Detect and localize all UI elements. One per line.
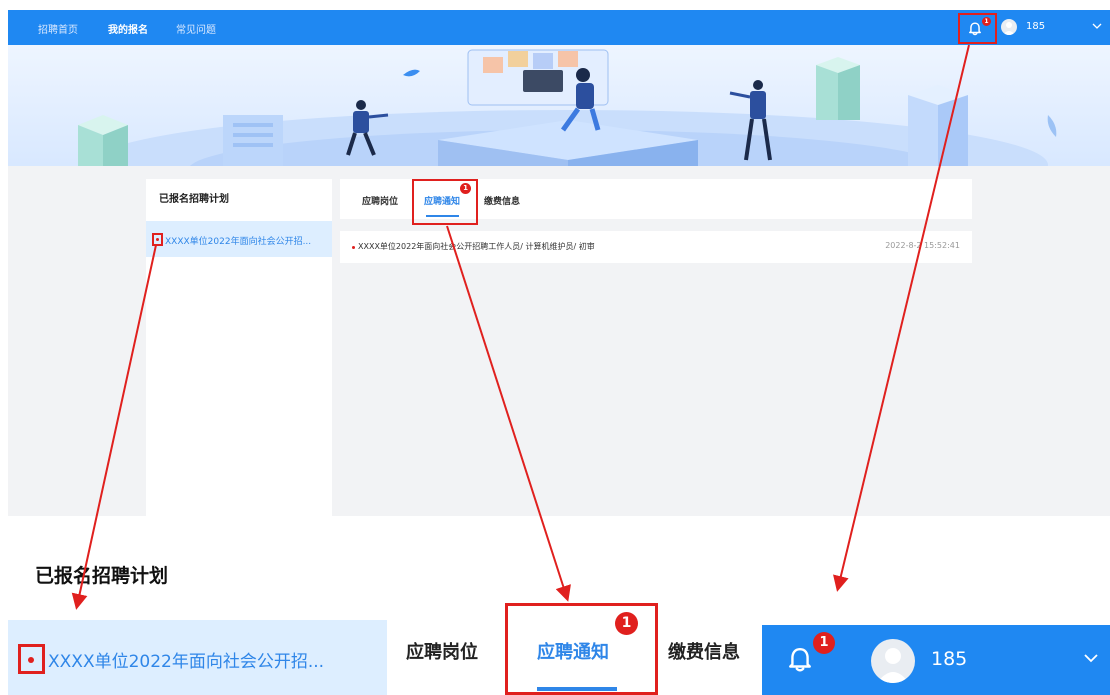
zoom-tab-positions[interactable]: 应聘岗位 xyxy=(406,638,478,664)
unread-dot xyxy=(156,238,159,241)
active-tab-indicator xyxy=(426,215,459,217)
zoom-tab-payment-info[interactable]: 缴费信息 xyxy=(668,638,740,664)
tab-payment-info[interactable]: 缴费信息 xyxy=(484,194,520,207)
registered-plans-panel: 已报名招聘计划 XXXX单位2022年面向社会公开招... xyxy=(146,179,332,516)
detail-panel: 应聘岗位 应聘通知 缴费信息 1 XXXX单位2022年面向社会公开招聘工作人员… xyxy=(340,179,972,516)
bell-badge: 1 xyxy=(982,17,991,26)
zoom-bell-badge: 1 xyxy=(813,632,835,654)
zoom-inset-user-bar: 1 185 xyxy=(762,625,1110,695)
tab-positions[interactable]: 应聘岗位 xyxy=(362,194,398,207)
notification-bell-highlight[interactable]: 1 xyxy=(958,13,997,44)
notice-text: XXXX单位2022年面向社会公开招聘工作人员/ 计算机维护员/ 初审 xyxy=(358,242,595,251)
notice-unread-dot xyxy=(352,246,355,249)
banner-artwork xyxy=(78,49,1057,166)
zoom-inset-tabs: 应聘岗位 应聘通知 缴费信息 1 xyxy=(387,600,762,695)
tab-notices-badge: 1 xyxy=(460,183,471,194)
nav-link-home[interactable]: 招聘首页 xyxy=(38,21,78,36)
main-content-area: 已报名招聘计划 XXXX单位2022年面向社会公开招... 应聘岗位 应聘通知 … xyxy=(8,166,1110,516)
registered-plan-item[interactable]: XXXX单位2022年面向社会公开招... xyxy=(146,221,332,257)
zoom-registered-plan-label: XXXX单位2022年面向社会公开招... xyxy=(48,652,325,672)
notice-timestamp: 2022-8-2 15:52:41 xyxy=(885,241,960,250)
zoom-user-avatar[interactable] xyxy=(871,639,915,683)
zoom-unread-dot xyxy=(28,657,34,663)
zoom-username-label[interactable]: 185 xyxy=(931,648,967,670)
nav-link-faq[interactable]: 常见问题 xyxy=(176,21,216,36)
zoom-bell-icon[interactable] xyxy=(787,645,813,675)
registered-plans-title: 已报名招聘计划 xyxy=(159,194,229,205)
top-nav-bar: 招聘首页 我的报名 常见问题 1 185 xyxy=(8,10,1110,45)
nav-link-my-registration[interactable]: 我的报名 xyxy=(108,21,148,36)
zoom-active-tab-indicator xyxy=(537,687,617,691)
zoom-inset-registered-plans: 已报名招聘计划 XXXX单位2022年面向社会公开招... xyxy=(8,535,387,695)
zoom-chevron-down-icon[interactable] xyxy=(1083,652,1099,664)
screenshot-stage: 招聘首页 我的报名 常见问题 1 185 已报名招聘计划 XXXX单位2022年… xyxy=(0,0,1110,695)
hero-banner-illustration xyxy=(8,45,1110,166)
zoom-registered-plan-item[interactable]: XXXX单位2022年面向社会公开招... xyxy=(8,620,387,695)
chevron-down-icon[interactable] xyxy=(1092,22,1102,30)
username-label[interactable]: 185 xyxy=(1026,21,1045,32)
zoom-tab-notices-badge: 1 xyxy=(615,612,638,635)
registered-plan-label: XXXX单位2022年面向社会公开招... xyxy=(165,237,312,247)
bell-icon[interactable] xyxy=(968,21,982,37)
notice-list-item[interactable]: XXXX单位2022年面向社会公开招聘工作人员/ 计算机维护员/ 初审 2022… xyxy=(340,231,972,263)
zoom-registered-plans-title: 已报名招聘计划 xyxy=(35,565,169,587)
user-avatar[interactable] xyxy=(1001,19,1017,35)
tab-bar: 应聘岗位 应聘通知 缴费信息 1 xyxy=(340,179,972,225)
